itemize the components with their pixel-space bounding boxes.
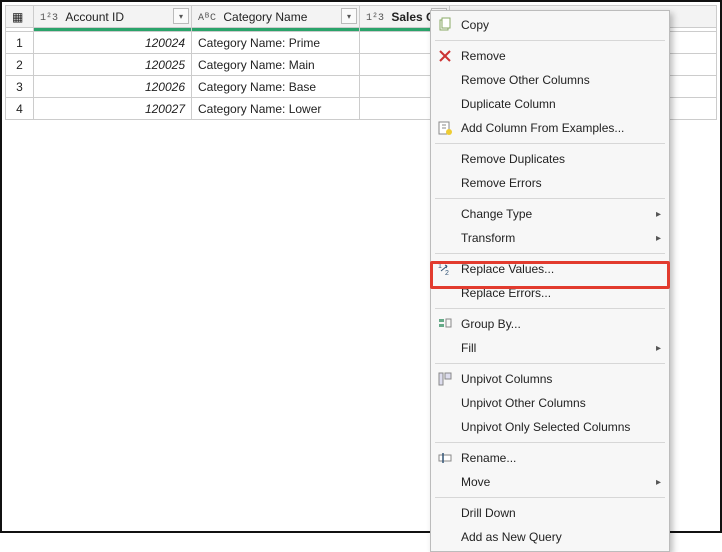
cell-account-id[interactable]: 120024 bbox=[34, 32, 192, 54]
menu-label: Remove Errors bbox=[461, 176, 542, 190]
cell-account-id[interactable]: 120025 bbox=[34, 54, 192, 76]
menu-label: Rename... bbox=[461, 451, 516, 465]
menu-transform[interactable]: Transform bbox=[431, 226, 669, 250]
menu-remove[interactable]: Remove bbox=[431, 44, 669, 68]
menu-label: Fill bbox=[461, 341, 476, 355]
cell-category-name[interactable]: Category Name: Main bbox=[192, 54, 360, 76]
column-header-category-name[interactable]: AᴮC Category Name ▾ bbox=[192, 6, 360, 28]
menu-separator bbox=[435, 497, 665, 498]
menu-move[interactable]: Move bbox=[431, 470, 669, 494]
numeric-type-icon: 1²3 bbox=[40, 13, 58, 24]
menu-replace-values[interactable]: 12 Replace Values... bbox=[431, 257, 669, 281]
menu-remove-other-columns[interactable]: Remove Other Columns bbox=[431, 68, 669, 92]
menu-label: Duplicate Column bbox=[461, 97, 556, 111]
menu-label: Unpivot Other Columns bbox=[461, 396, 586, 410]
menu-fill[interactable]: Fill bbox=[431, 336, 669, 360]
menu-unpivot-other-columns[interactable]: Unpivot Other Columns bbox=[431, 391, 669, 415]
menu-drill-down[interactable]: Drill Down bbox=[431, 501, 669, 525]
menu-label: Unpivot Only Selected Columns bbox=[461, 420, 630, 434]
menu-add-column-from-examples[interactable]: Add Column From Examples... bbox=[431, 116, 669, 140]
numeric-type-icon: 1²3 bbox=[366, 13, 384, 24]
cell-account-id[interactable]: 120027 bbox=[34, 98, 192, 120]
menu-label: Remove Duplicates bbox=[461, 152, 565, 166]
menu-label: Add as New Query bbox=[461, 530, 562, 544]
menu-label: Remove Other Columns bbox=[461, 73, 590, 87]
menu-separator bbox=[435, 442, 665, 443]
menu-change-type[interactable]: Change Type bbox=[431, 202, 669, 226]
menu-add-as-new-query[interactable]: Add as New Query bbox=[431, 525, 669, 549]
row-number[interactable]: 4 bbox=[6, 98, 34, 120]
cell-category-name[interactable]: Category Name: Base bbox=[192, 76, 360, 98]
menu-label: Add Column From Examples... bbox=[461, 121, 624, 135]
filter-dropdown-icon[interactable]: ▾ bbox=[173, 8, 189, 24]
menu-label: Copy bbox=[461, 18, 489, 32]
cell-category-name[interactable]: Category Name: Lower bbox=[192, 98, 360, 120]
menu-remove-duplicates[interactable]: Remove Duplicates bbox=[431, 147, 669, 171]
column-label: Category Name bbox=[223, 10, 307, 24]
menu-label: Replace Errors... bbox=[461, 286, 551, 300]
menu-label: Move bbox=[461, 475, 490, 489]
menu-copy[interactable]: Copy bbox=[431, 13, 669, 37]
cell-account-id[interactable]: 120026 bbox=[34, 76, 192, 98]
rename-icon bbox=[436, 449, 454, 467]
menu-label: Group By... bbox=[461, 317, 521, 331]
menu-separator bbox=[435, 253, 665, 254]
remove-icon bbox=[436, 47, 454, 65]
menu-separator bbox=[435, 363, 665, 364]
menu-rename[interactable]: Rename... bbox=[431, 446, 669, 470]
menu-label: Change Type bbox=[461, 207, 532, 221]
menu-remove-errors[interactable]: Remove Errors bbox=[431, 171, 669, 195]
menu-unpivot-columns[interactable]: Unpivot Columns bbox=[431, 367, 669, 391]
menu-duplicate-column[interactable]: Duplicate Column bbox=[431, 92, 669, 116]
group-by-icon bbox=[436, 315, 454, 333]
menu-label: Remove bbox=[461, 49, 506, 63]
menu-separator bbox=[435, 308, 665, 309]
text-type-icon: AᴮC bbox=[198, 13, 216, 24]
copy-icon bbox=[436, 16, 454, 34]
menu-label: Unpivot Columns bbox=[461, 372, 552, 386]
filter-dropdown-icon[interactable]: ▾ bbox=[341, 8, 357, 24]
menu-replace-errors[interactable]: Replace Errors... bbox=[431, 281, 669, 305]
svg-text:2: 2 bbox=[445, 270, 449, 277]
menu-separator bbox=[435, 198, 665, 199]
add-column-icon bbox=[436, 119, 454, 137]
menu-label: Replace Values... bbox=[461, 262, 554, 276]
menu-group-by[interactable]: Group By... bbox=[431, 312, 669, 336]
menu-separator bbox=[435, 40, 665, 41]
replace-values-icon: 12 bbox=[436, 260, 454, 278]
menu-unpivot-selected-columns[interactable]: Unpivot Only Selected Columns bbox=[431, 415, 669, 439]
table-corner[interactable]: ▦ bbox=[6, 6, 34, 28]
unpivot-icon bbox=[436, 370, 454, 388]
row-number[interactable]: 2 bbox=[6, 54, 34, 76]
column-header-account-id[interactable]: 1²3 Account ID ▾ bbox=[34, 6, 192, 28]
column-context-menu: Copy Remove Remove Other Columns Duplica… bbox=[430, 10, 670, 552]
column-label: Account ID bbox=[65, 10, 124, 24]
row-number[interactable]: 3 bbox=[6, 76, 34, 98]
row-number[interactable]: 1 bbox=[6, 32, 34, 54]
menu-separator bbox=[435, 143, 665, 144]
table-icon: ▦ bbox=[12, 10, 23, 24]
menu-label: Transform bbox=[461, 231, 515, 245]
menu-label: Drill Down bbox=[461, 506, 516, 520]
cell-category-name[interactable]: Category Name: Prime bbox=[192, 32, 360, 54]
svg-text:1: 1 bbox=[438, 263, 442, 270]
